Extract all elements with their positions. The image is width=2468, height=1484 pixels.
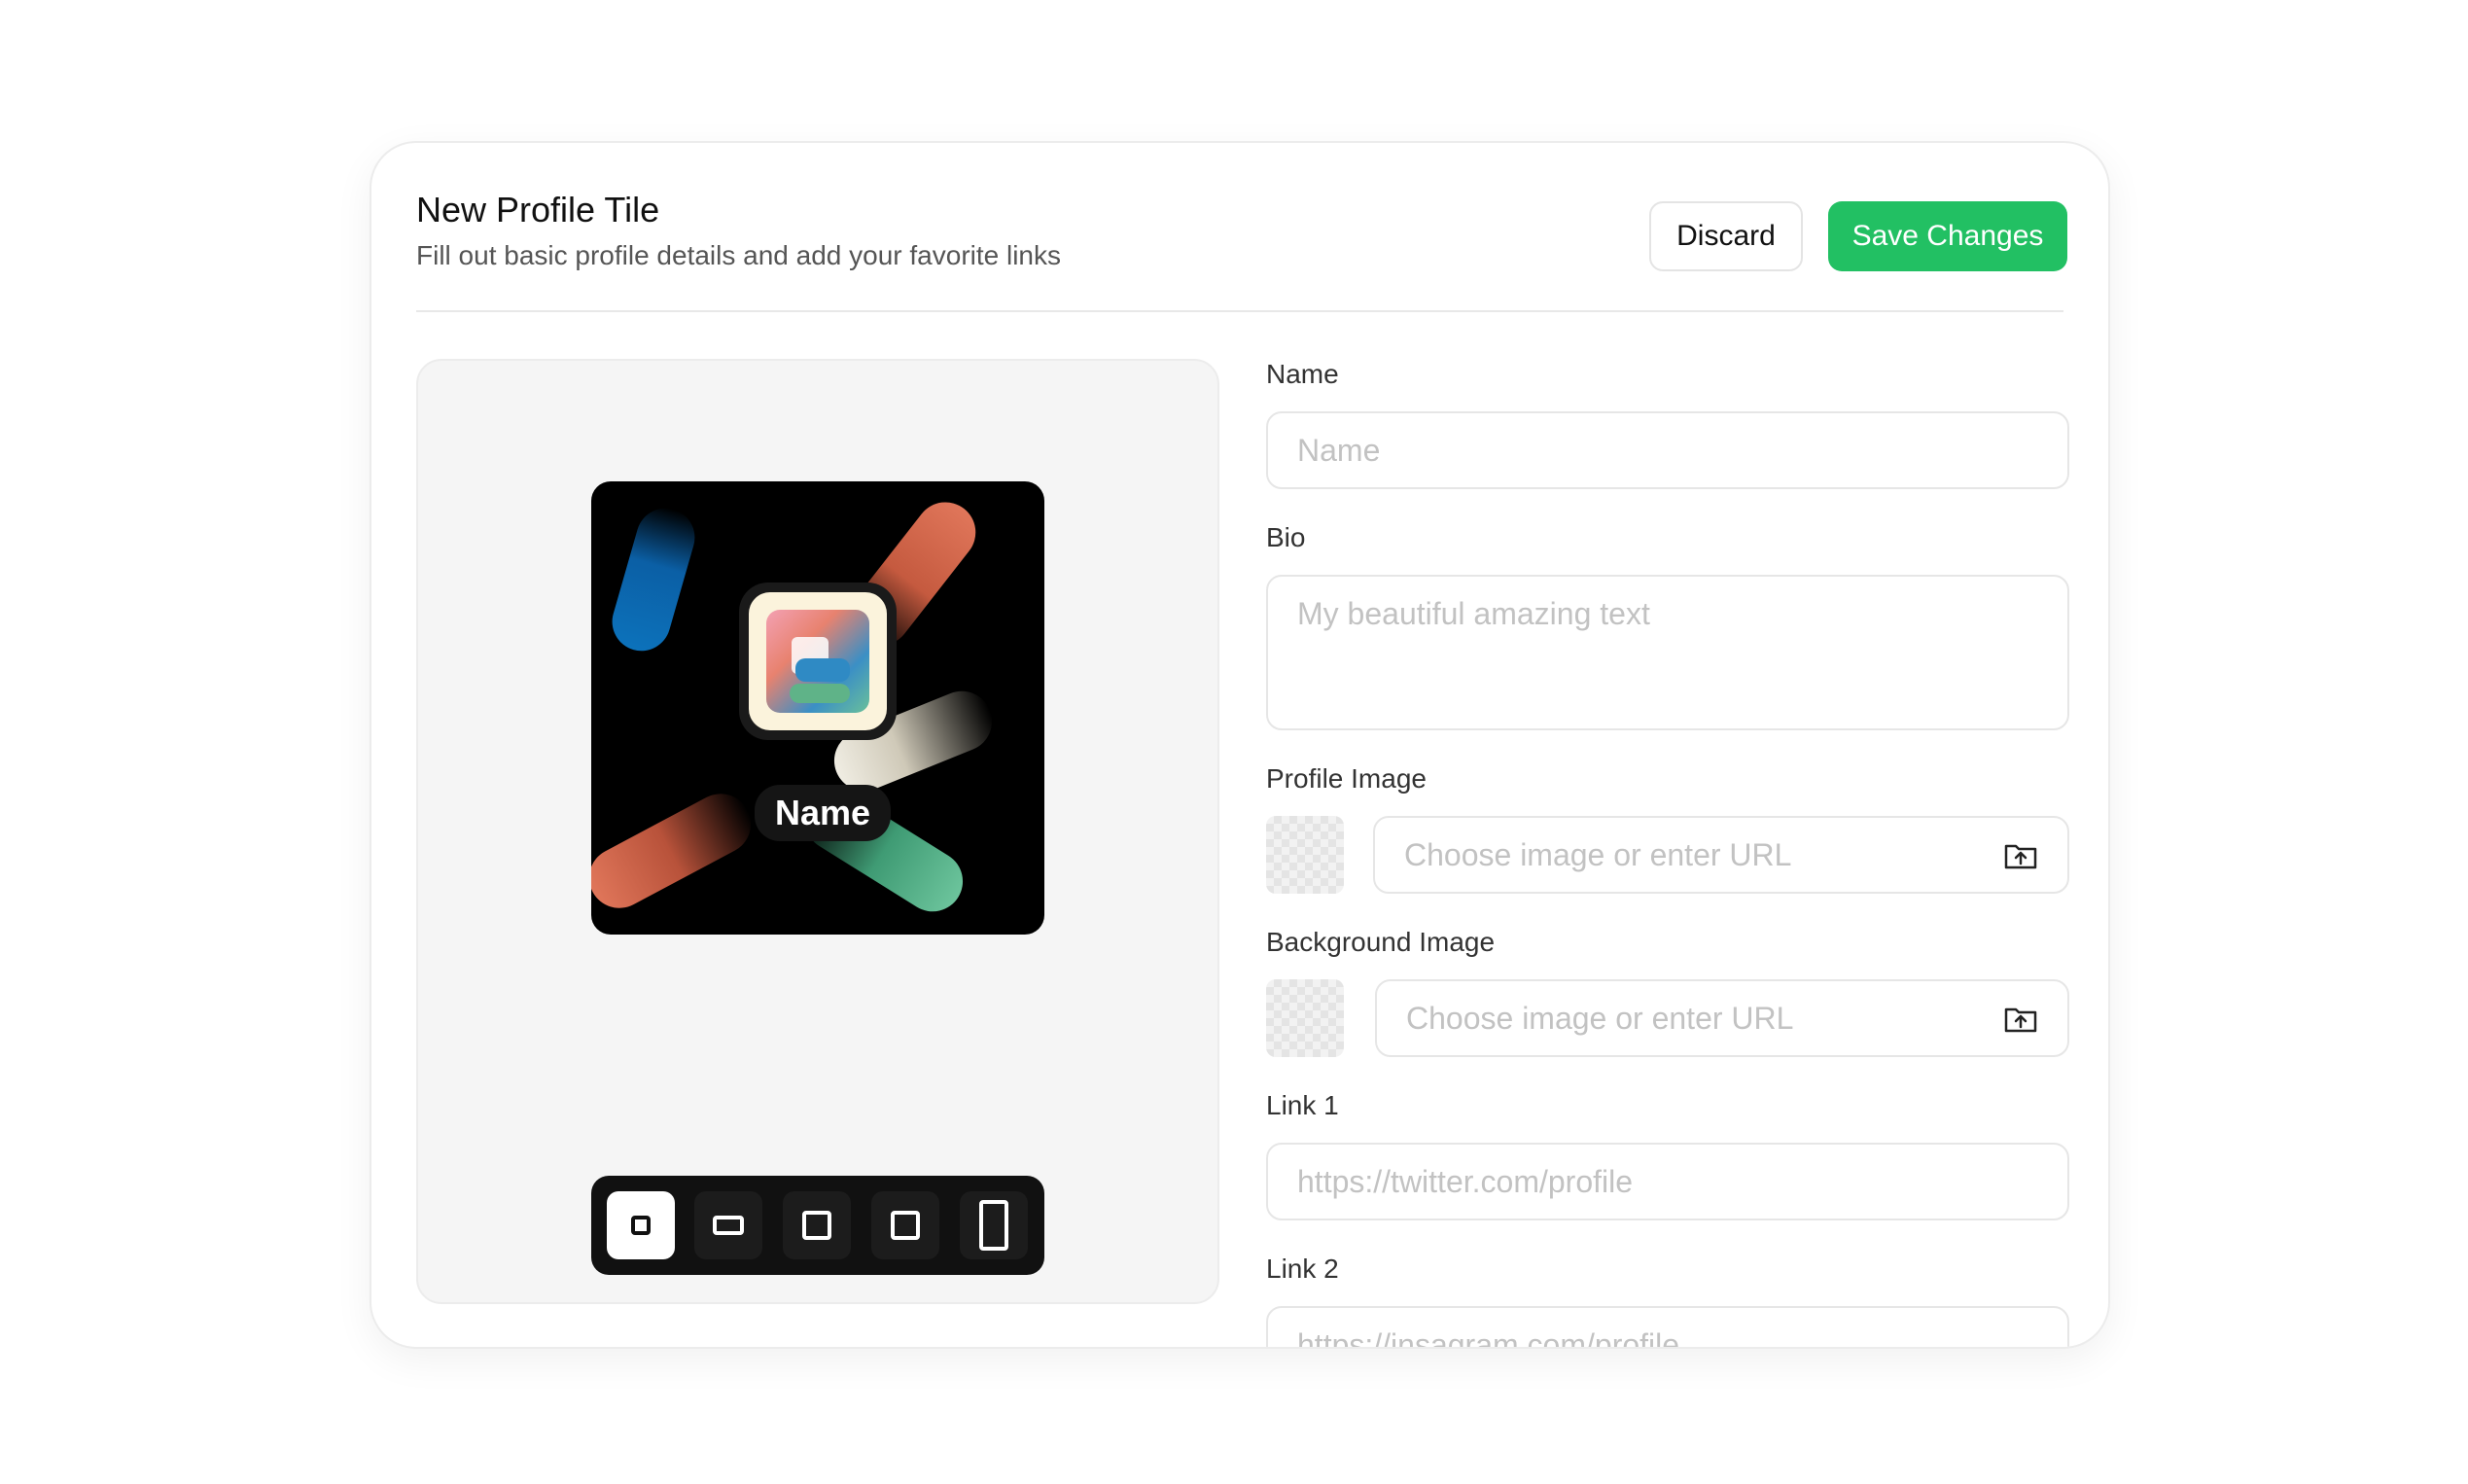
decor-blue-pill — [605, 501, 702, 658]
size-wide-button[interactable] — [694, 1191, 762, 1259]
decor-orange-pill-bottom — [591, 783, 762, 919]
link2-input[interactable]: https://insagram.com/profile — [1266, 1306, 2069, 1347]
size-small-button[interactable] — [607, 1191, 675, 1259]
discard-button[interactable]: Discard — [1649, 201, 1803, 271]
tile-preview-panel: Name — [416, 359, 1219, 1304]
size-large-button[interactable] — [871, 1191, 939, 1259]
card-header: New Profile Tile Fill out basic profile … — [416, 190, 2067, 312]
size-medium-button[interactable] — [783, 1191, 851, 1259]
avatar-frame — [739, 583, 897, 740]
name-input[interactable]: Name — [1266, 411, 2069, 489]
page-title: New Profile Tile — [416, 190, 660, 230]
size-medium-icon — [802, 1211, 831, 1240]
background-image-placeholder: Choose image or enter URL — [1406, 1000, 1794, 1036]
link2-label: Link 2 — [1266, 1254, 1339, 1284]
avatar-logo-icon — [766, 610, 869, 713]
size-tall-button[interactable] — [960, 1191, 1028, 1259]
avatar[interactable] — [749, 592, 887, 730]
size-large-icon — [891, 1211, 920, 1240]
tile-preview: Name — [591, 481, 1044, 935]
background-image-label: Background Image — [1266, 927, 1496, 957]
size-small-icon — [631, 1216, 651, 1235]
size-tall-icon — [979, 1200, 1008, 1251]
folder-upload-icon[interactable] — [2003, 1005, 2038, 1034]
profile-image-input[interactable]: Choose image or enter URL — [1373, 816, 2069, 894]
name-label: Name — [1266, 359, 1339, 389]
name-badge: Name — [755, 785, 891, 841]
size-wide-icon — [713, 1216, 744, 1235]
page-subtitle: Fill out basic profile details and add y… — [416, 240, 1062, 270]
background-image-input[interactable]: Choose image or enter URL — [1375, 979, 2069, 1057]
profile-image-label: Profile Image — [1266, 763, 1427, 794]
folder-upload-icon[interactable] — [2003, 841, 2038, 870]
bio-textarea[interactable]: My beautiful amazing text — [1266, 575, 2069, 730]
save-changes-button[interactable]: Save Changes — [1828, 201, 2067, 271]
tile-size-selector — [591, 1176, 1044, 1275]
profile-tile-card: New Profile Tile Fill out basic profile … — [370, 141, 2110, 1349]
profile-image-placeholder: Choose image or enter URL — [1404, 836, 1792, 872]
link1-label: Link 1 — [1266, 1090, 1339, 1120]
profile-image-thumbnail[interactable] — [1266, 816, 1344, 894]
link1-input[interactable]: https://twitter.com/profile — [1266, 1143, 2069, 1220]
bio-label: Bio — [1266, 522, 1306, 552]
background-image-thumbnail[interactable] — [1266, 979, 1344, 1057]
